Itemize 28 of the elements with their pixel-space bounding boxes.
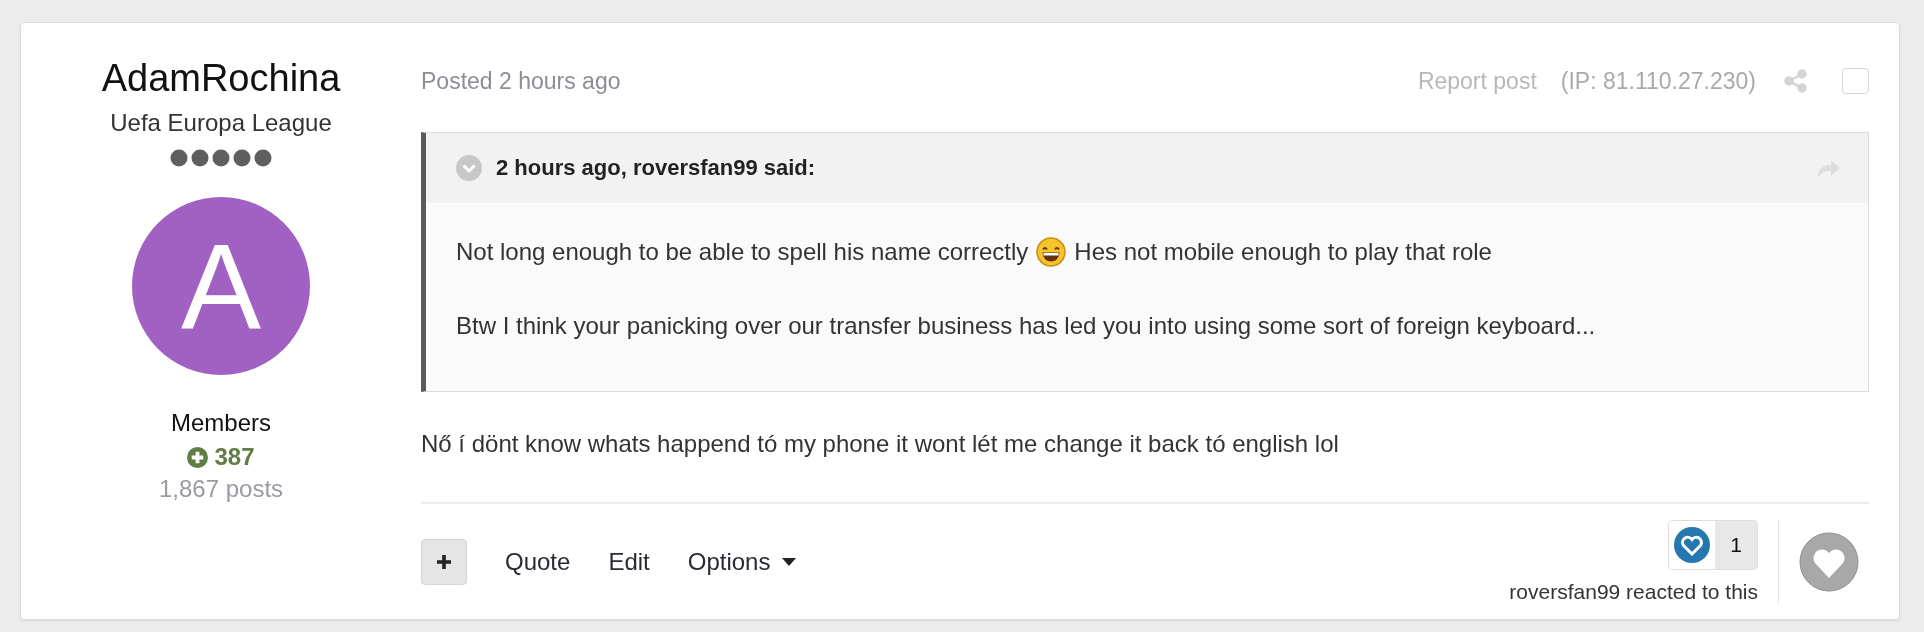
quote-text: Hes not mobile enough to play that role — [1074, 237, 1492, 267]
avatar[interactable]: A — [132, 197, 310, 375]
ip-address: (IP: 81.110.27.230) — [1560, 67, 1756, 95]
plus-circle-icon — [187, 446, 209, 468]
post-count: 1,867 posts — [158, 475, 284, 503]
reaction-badge[interactable]: 1 — [1668, 520, 1758, 570]
select-checkbox[interactable] — [1842, 68, 1869, 94]
username[interactable]: AdamRochina — [101, 55, 341, 101]
post-date: Posted 2 hours ago — [421, 67, 621, 95]
action-link[interactable]: Quote — [505, 548, 571, 576]
react-heart-button[interactable] — [1799, 532, 1859, 592]
share-icon[interactable] — [1784, 69, 1808, 93]
quote-text: Btw I think your panicking over our transfer business has led you into using some sort of foreign keyboard... — [456, 311, 1597, 341]
member-group: Members — [171, 409, 271, 437]
grinning-emoji-icon — [1036, 237, 1067, 267]
rank-title: Uefa Europa League — [110, 109, 332, 137]
rank-pips-icon — [170, 149, 272, 167]
reaction-summary: roversfan99 reacted to this — [1509, 580, 1758, 604]
quote-citation: 2 hours ago, roversfan99 said: — [496, 155, 816, 181]
options-menu[interactable]: Options — [687, 548, 797, 576]
caret-icon — [782, 558, 797, 566]
quote-text: Not long enough to be able to spell his name correctly — [456, 237, 1029, 267]
multiquote-button[interactable] — [421, 539, 467, 585]
action-link[interactable]: Edit — [608, 548, 650, 576]
collapse-icon[interactable] — [456, 155, 482, 181]
reputation-count: 387 — [214, 443, 255, 471]
plus-icon — [436, 554, 452, 570]
post-text: Nő í dönt know whats happend tó my phone it wont lét me change it back tó english lol — [421, 430, 1340, 458]
